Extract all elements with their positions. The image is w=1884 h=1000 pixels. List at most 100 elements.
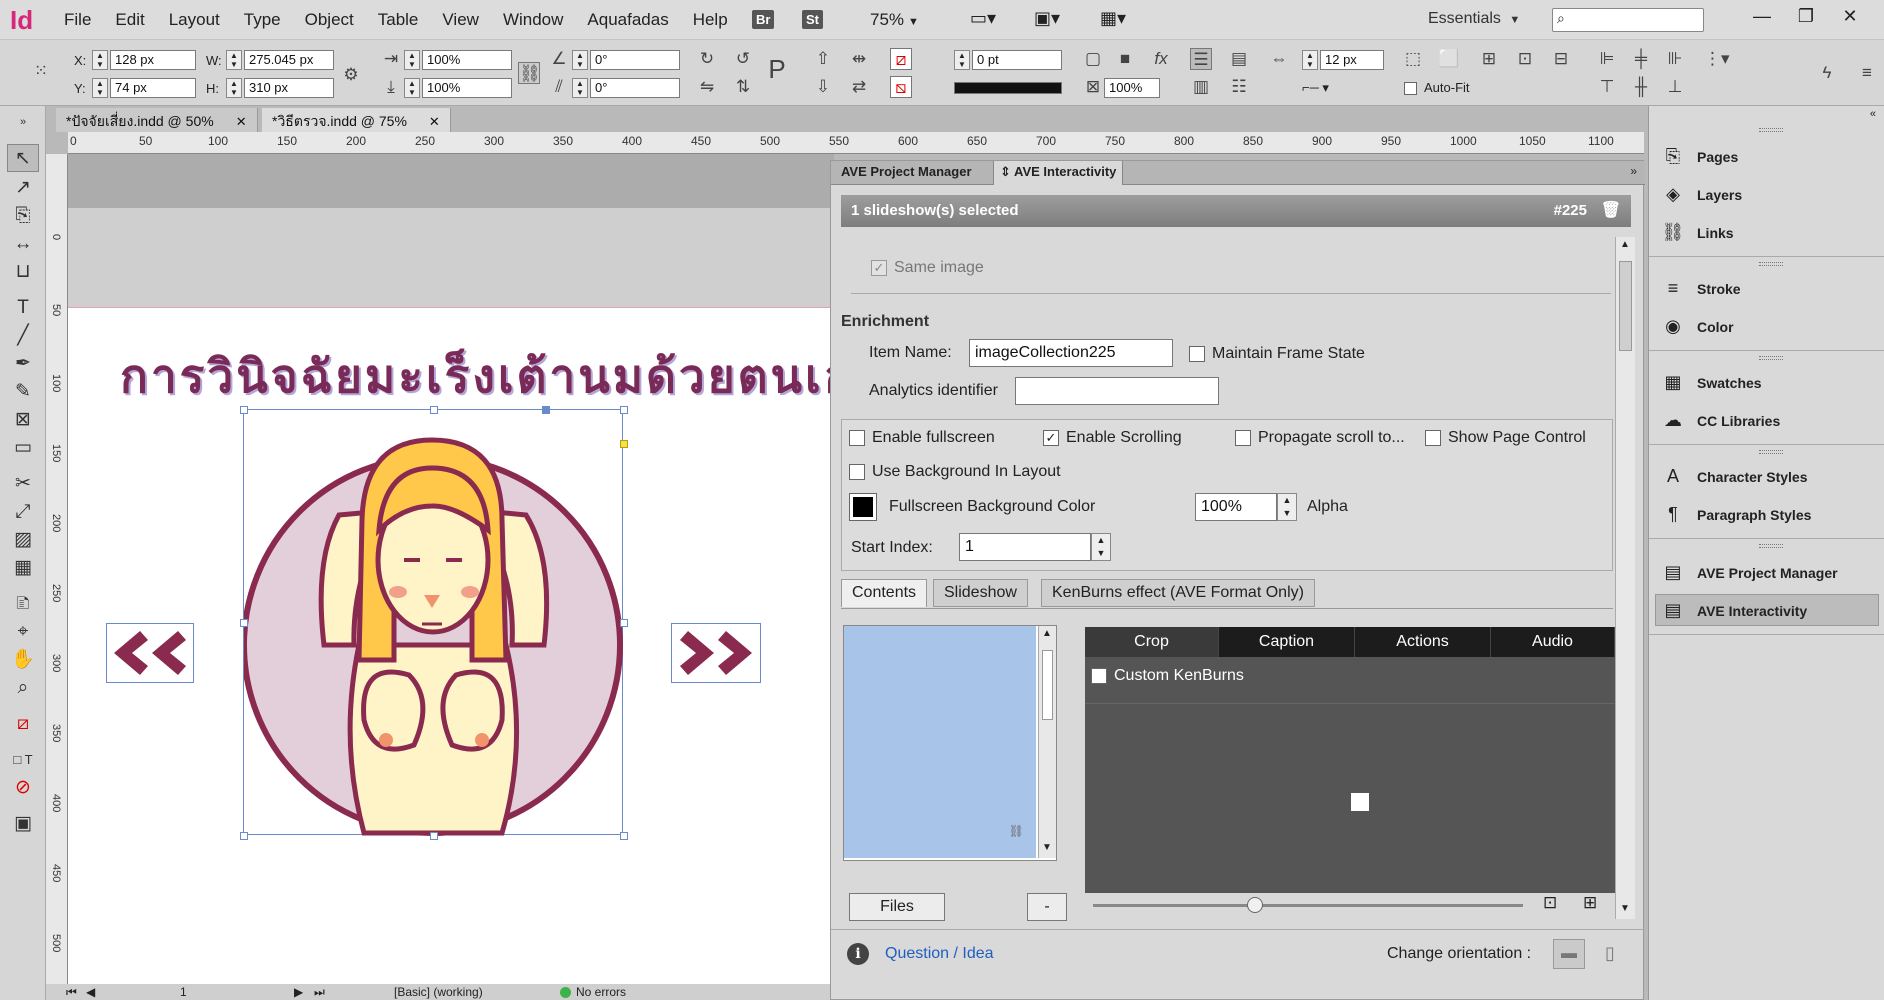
panel-grip[interactable] (1759, 356, 1783, 360)
rotate-ccw-icon[interactable]: ↺ (732, 48, 754, 70)
anchor-handle[interactable] (542, 406, 550, 414)
panel-scrollbar[interactable]: ▲ ▼ (1615, 237, 1635, 919)
constrain-proportions-icon[interactable]: ⚙ (340, 64, 362, 86)
resize-handle[interactable] (620, 406, 628, 414)
line-tool-icon[interactable]: ╱ (7, 322, 39, 350)
scroll-thumb[interactable] (1619, 261, 1632, 351)
corner-shape-dropdown[interactable]: ⌐─ ▾ (1302, 80, 1329, 96)
x-spinner[interactable]: ▲ ▼ (92, 50, 108, 70)
resize-handle[interactable] (240, 619, 248, 627)
text-wrap-jump-icon[interactable]: ☷ (1228, 76, 1250, 98)
align-center-icon[interactable]: ╪ (1630, 48, 1652, 70)
type-tool-icon[interactable]: T (7, 294, 39, 322)
resize-handle[interactable] (620, 619, 628, 627)
panel-ave-interactivity[interactable]: ▤ AVE Interactivity (1661, 600, 1807, 621)
gradient-swatch-tool-icon[interactable]: ▨ (7, 526, 39, 554)
align-right-icon[interactable]: ⊪ (1664, 48, 1686, 70)
shear-field[interactable]: 0° (590, 78, 680, 98)
gap-tool-icon[interactable]: ↔ (7, 230, 39, 258)
workspace-switcher[interactable]: Essentials ▼ (1428, 10, 1520, 28)
alpha-input[interactable]: 100% (1195, 493, 1277, 521)
slideshow-frame[interactable] (240, 406, 628, 840)
x-field[interactable]: 128 px (110, 50, 196, 70)
menu-help[interactable]: Help (681, 10, 740, 30)
stroke-weight-field[interactable]: 0 pt (972, 50, 1062, 70)
close-icon[interactable]: ✕ (236, 114, 247, 129)
effects-fx-icon[interactable]: fx (1150, 48, 1172, 70)
flip-vertical-icon[interactable]: ⇅ (732, 76, 754, 98)
corner-options-handle[interactable] (620, 440, 628, 448)
search-input[interactable]: ⌕ (1552, 8, 1704, 32)
h-field[interactable]: 310 px (244, 78, 334, 98)
pencil-tool-icon[interactable]: ✎ (7, 378, 39, 406)
portrait-orientation-icon[interactable]: ▯ (1595, 939, 1625, 969)
alpha-spinner[interactable]: ▲ ▼ (1277, 493, 1297, 521)
menu-edit[interactable]: Edit (103, 10, 156, 30)
center-content-icon[interactable]: ⊟ (1550, 48, 1572, 70)
slide-list[interactable]: ⛓ ▲ ▼ (843, 625, 1057, 861)
item-name-input[interactable]: imageCollection225 (969, 339, 1173, 367)
scale-x-spinner[interactable]: ▲ ▼ (404, 50, 420, 70)
menu-table[interactable]: Table (366, 10, 431, 30)
scroll-thumb[interactable] (1042, 650, 1053, 720)
fill-none-icon[interactable]: ⧄ (890, 48, 912, 70)
align-left-icon[interactable]: ⊫ (1596, 48, 1618, 70)
resize-handle[interactable] (430, 406, 438, 414)
drop-shadow-icon[interactable]: ▢ (1082, 48, 1104, 70)
scale-y-spinner[interactable]: ▲ ▼ (404, 78, 420, 98)
minimize-button[interactable]: — (1740, 2, 1784, 30)
gradient-feather-tool-icon[interactable]: ▦ (7, 554, 39, 582)
fit-frame-icon[interactable]: ⬜ (1438, 48, 1460, 70)
panel-character-styles[interactable]: A Character Styles (1661, 466, 1808, 487)
screen-mode-tool-icon[interactable]: ▣ (7, 810, 39, 838)
question-idea-link[interactable]: Question / Idea (885, 945, 994, 963)
gap-spinner[interactable]: ▲ ▼ (1302, 50, 1318, 70)
menu-view[interactable]: View (430, 10, 491, 30)
fit-image-icon[interactable]: ⊡ (1543, 893, 1557, 913)
page-number[interactable]: 1 (180, 985, 187, 999)
panel-layers[interactable]: ◈ Layers (1661, 184, 1742, 205)
fit-content-icon[interactable]: ⬚ (1402, 48, 1424, 70)
last-page-icon[interactable]: ⏭ (314, 985, 325, 1000)
zoom-slider[interactable] (1093, 897, 1523, 913)
panel-menu-icon[interactable]: ≡ (1856, 62, 1878, 84)
panel-color[interactable]: ◉ Color (1661, 316, 1733, 337)
trash-icon[interactable]: 🗑 (1601, 200, 1621, 220)
zoom-dropdown[interactable]: 75% ▼ (870, 10, 919, 30)
text-wrap-bbox-icon[interactable]: ▤ (1228, 48, 1250, 70)
y-spinner[interactable]: ▲ ▼ (92, 78, 108, 98)
same-image-checkbox[interactable]: ✓ Same image (871, 259, 984, 277)
gap-field[interactable]: 12 px (1320, 50, 1384, 70)
scroll-down-icon[interactable]: ▼ (1620, 903, 1630, 914)
panel-paragraph-styles[interactable]: ¶ Paragraph Styles (1661, 504, 1811, 525)
fullscreen-bg-color-swatch[interactable] (849, 493, 877, 521)
fill-image-icon[interactable]: ⊞ (1583, 893, 1597, 913)
panel-grip[interactable] (1759, 128, 1783, 132)
expand-panels-icon[interactable]: « (1870, 108, 1876, 120)
rectangle-tool-icon[interactable]: ▭ (7, 434, 39, 462)
scroll-up-icon[interactable]: ▲ (1620, 239, 1630, 250)
vertical-ruler[interactable]: 0 50 100 150 200 250 300 350 400 450 500 (46, 154, 68, 1000)
next-slide-button[interactable] (671, 623, 761, 683)
quick-apply-icon[interactable]: ϟ (1816, 62, 1838, 84)
stroke-none-icon[interactable]: ⧅ (890, 76, 912, 98)
tab-contents[interactable]: Contents (841, 579, 928, 607)
bridge-button[interactable]: Br (752, 10, 775, 29)
start-index-input[interactable]: 1 (959, 533, 1091, 561)
menu-object[interactable]: Object (293, 10, 366, 30)
resize-handle[interactable] (620, 832, 628, 840)
hand-tool-icon[interactable]: ✋ (7, 646, 39, 674)
tab-kenburns[interactable]: KenBurns effect (AVE Format Only) (1041, 579, 1315, 607)
tab-ave-interactivity[interactable]: ⇕ AVE Interactivity (993, 161, 1124, 185)
align-middle-icon[interactable]: ╫ (1630, 76, 1652, 98)
align-top-icon[interactable]: ⊤ (1596, 76, 1618, 98)
h-spinner[interactable]: ▲ ▼ (226, 78, 242, 98)
first-page-icon[interactable]: ⏮ (66, 985, 77, 1000)
menu-file[interactable]: File (52, 10, 103, 30)
tab-ave-project-manager[interactable]: AVE Project Manager (835, 164, 978, 179)
link-scale-icon[interactable]: ⛓ (518, 62, 541, 84)
menu-aquafadas[interactable]: Aquafadas (575, 10, 680, 30)
resize-handle[interactable] (430, 832, 438, 840)
select-container-icon[interactable]: ⇧ (812, 48, 834, 70)
opacity-field[interactable]: 100% (1104, 78, 1160, 98)
